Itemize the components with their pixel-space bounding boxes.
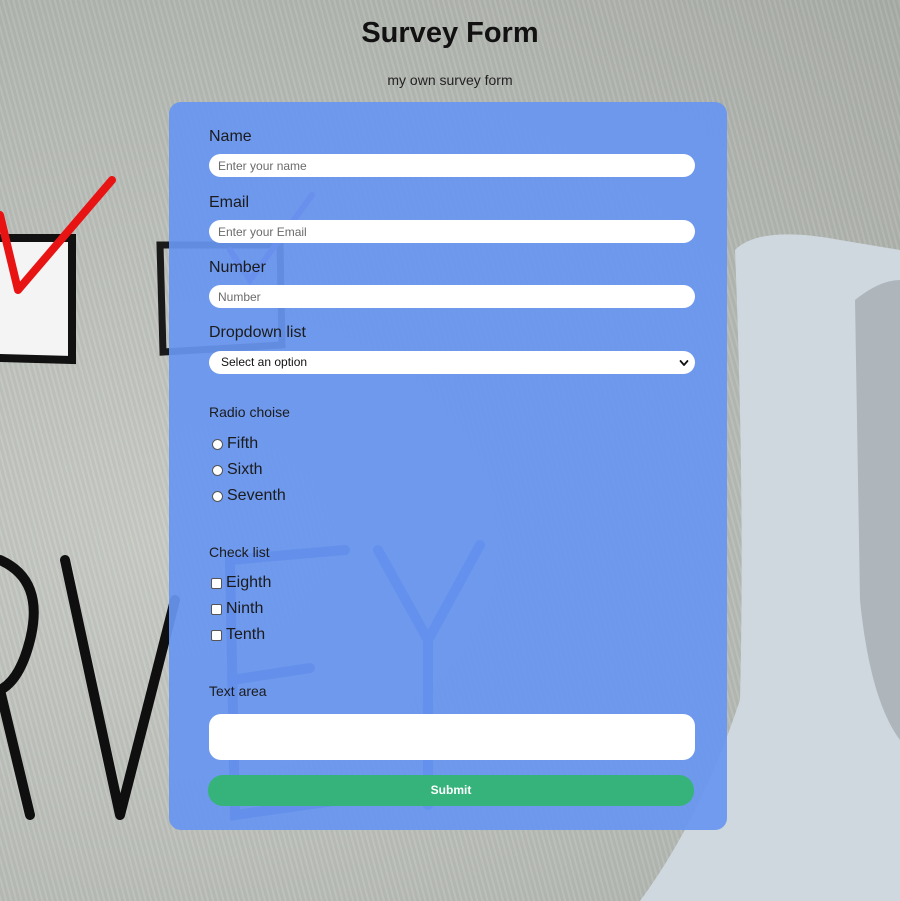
check-option-eighth[interactable]: Eighth xyxy=(211,574,271,592)
chevron-down-icon xyxy=(679,351,689,374)
page-title: Survey Form xyxy=(361,17,539,49)
check-option-ninth[interactable]: Ninth xyxy=(211,600,263,618)
name-input[interactable] xyxy=(209,154,695,177)
check-option-label: Ninth xyxy=(226,600,264,617)
dropdown-selected-value: Select an option xyxy=(221,355,308,369)
checkbox[interactable] xyxy=(211,578,222,589)
radio-option-label: Sixth xyxy=(227,461,263,478)
survey-form: Name Email Number Dropdown list Select a… xyxy=(169,102,727,830)
dropdown-label: Dropdown list xyxy=(209,324,306,341)
radio-option-label: Fifth xyxy=(227,435,259,452)
email-label: Email xyxy=(209,194,250,211)
name-label: Name xyxy=(209,128,252,145)
number-input[interactable] xyxy=(209,285,695,308)
check-option-label: Eighth xyxy=(226,574,272,591)
radio-option-fifth[interactable]: Fifth xyxy=(212,435,258,453)
radio-option-seventh[interactable]: Seventh xyxy=(212,487,286,505)
radio-button[interactable] xyxy=(212,439,223,450)
number-label: Number xyxy=(209,259,266,276)
check-option-tenth[interactable]: Tenth xyxy=(211,626,265,644)
radio-button[interactable] xyxy=(212,491,223,502)
dropdown-select[interactable]: Select an option xyxy=(209,351,695,374)
page-subtitle: my own survey form xyxy=(387,72,513,88)
submit-button[interactable]: Submit xyxy=(208,775,694,806)
radio-option-label: Seventh xyxy=(227,487,286,504)
comments-textarea[interactable] xyxy=(209,714,695,760)
checkbox[interactable] xyxy=(211,604,222,615)
textarea-label: Text area xyxy=(209,683,267,699)
radio-button[interactable] xyxy=(212,465,223,476)
email-input[interactable] xyxy=(209,220,695,243)
checkbox[interactable] xyxy=(211,630,222,641)
checklist-label: Check list xyxy=(209,544,270,560)
radio-group-label: Radio choise xyxy=(209,404,290,420)
radio-option-sixth[interactable]: Sixth xyxy=(212,461,263,479)
check-option-label: Tenth xyxy=(226,626,266,643)
